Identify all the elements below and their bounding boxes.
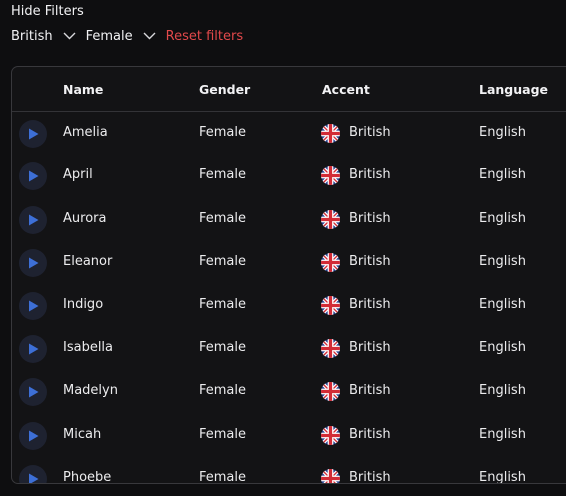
voice-language: English (479, 254, 526, 269)
table-row[interactable]: Madelyn Female British English (12, 370, 566, 413)
play-icon (29, 473, 39, 483)
table-row[interactable]: Isabella Female British English (12, 327, 566, 370)
chevron-down-icon (63, 32, 76, 40)
voice-language: English (479, 340, 526, 355)
voice-gender: Female (199, 254, 247, 269)
voice-list-page: Hide Filters British Female Reset filter… (0, 0, 566, 496)
uk-flag-icon (321, 469, 340, 483)
hide-filters-toggle[interactable]: Hide Filters (11, 4, 84, 19)
play-icon (29, 343, 39, 355)
voice-name: Micah (63, 427, 102, 442)
table-header: Name Gender Accent Language (12, 67, 566, 112)
uk-flag-icon (321, 426, 340, 445)
filter-gender-dropdown[interactable]: Female (86, 29, 156, 44)
voice-accent: British (349, 254, 391, 269)
play-button[interactable] (19, 335, 47, 363)
play-button[interactable] (19, 206, 47, 234)
voice-name: Phoebe (63, 470, 112, 484)
voice-accent: British (349, 211, 391, 226)
voice-accent: British (349, 427, 391, 442)
play-icon (29, 214, 39, 226)
voice-language: English (479, 211, 526, 226)
uk-flag-icon (321, 253, 340, 272)
voice-language: English (479, 125, 526, 140)
table-row[interactable]: Phoebe Female British English (12, 457, 566, 484)
play-button[interactable] (19, 422, 47, 450)
table-row[interactable]: Aurora Female British English (12, 198, 566, 241)
filter-accent-dropdown[interactable]: British (11, 29, 76, 44)
voice-accent: British (349, 297, 391, 312)
play-icon (29, 170, 39, 182)
voice-name: April (63, 167, 93, 182)
chevron-down-icon (143, 32, 156, 40)
column-header-language[interactable]: Language (479, 82, 548, 97)
filter-bar: British Female Reset filters (11, 27, 243, 45)
voice-gender: Female (199, 340, 247, 355)
voice-gender: Female (199, 383, 247, 398)
voice-accent: British (349, 167, 391, 182)
voice-name: Madelyn (63, 383, 118, 398)
play-button[interactable] (19, 120, 47, 148)
voice-language: English (479, 297, 526, 312)
voice-language: English (479, 427, 526, 442)
voice-accent: British (349, 383, 391, 398)
voice-gender: Female (199, 470, 247, 484)
play-button[interactable] (19, 378, 47, 406)
uk-flag-icon (321, 339, 340, 358)
column-header-accent[interactable]: Accent (322, 82, 370, 97)
voice-language: English (479, 167, 526, 182)
voice-gender: Female (199, 167, 247, 182)
filter-gender-label: Female (85, 28, 133, 44)
voice-language: English (479, 470, 526, 484)
play-icon (29, 128, 39, 140)
voice-accent: British (349, 340, 391, 355)
voice-name: Isabella (63, 340, 114, 355)
voice-name: Aurora (63, 211, 107, 226)
reset-filters-button[interactable]: Reset filters (166, 29, 243, 44)
table-row[interactable]: Eleanor Female British English (12, 241, 566, 284)
voice-name: Eleanor (63, 254, 113, 269)
play-button[interactable] (19, 465, 47, 483)
voice-name: Indigo (63, 297, 104, 312)
voice-accent: British (349, 470, 391, 484)
play-icon (29, 300, 39, 312)
table-row[interactable]: Amelia Female British English (12, 112, 566, 155)
voices-table: Name Gender Accent Language Amelia Femal… (11, 66, 566, 484)
voice-gender: Female (199, 211, 247, 226)
voice-gender: Female (199, 297, 247, 312)
uk-flag-icon (321, 210, 340, 229)
play-icon (29, 430, 39, 442)
play-button[interactable] (19, 292, 47, 320)
column-header-name[interactable]: Name (63, 82, 103, 97)
table-row[interactable]: April Female British English (12, 154, 566, 197)
column-header-gender[interactable]: Gender (199, 82, 250, 97)
uk-flag-icon (321, 296, 340, 315)
filter-accent-label: British (11, 28, 53, 44)
play-button[interactable] (19, 249, 47, 277)
uk-flag-icon (321, 124, 340, 143)
table-row[interactable]: Indigo Female British English (12, 284, 566, 327)
uk-flag-icon (321, 382, 340, 401)
uk-flag-icon (321, 166, 340, 185)
play-button[interactable] (19, 162, 47, 190)
table-row[interactable]: Micah Female British English (12, 414, 566, 457)
voice-accent: British (349, 125, 391, 140)
play-icon (29, 386, 39, 398)
voice-gender: Female (199, 125, 247, 140)
voice-language: English (479, 383, 526, 398)
voice-gender: Female (199, 427, 247, 442)
voice-name: Amelia (63, 125, 108, 140)
play-icon (29, 257, 39, 269)
